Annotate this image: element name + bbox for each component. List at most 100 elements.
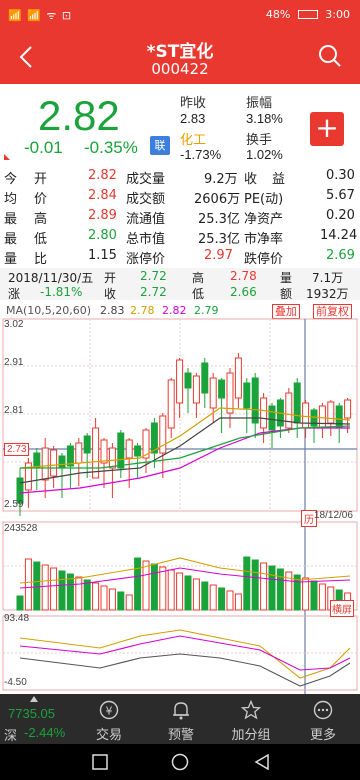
kline-chart[interactable] — [0, 318, 360, 694]
home-icon[interactable] — [171, 753, 189, 771]
corner-triangle-icon — [4, 154, 10, 160]
volume-bar — [276, 568, 284, 611]
stat-value: 2.69 — [326, 248, 355, 263]
stat-value: 2.82 — [88, 168, 117, 183]
index-value: 7735.05 — [8, 706, 55, 721]
candle-body — [285, 392, 293, 429]
stat-value: 2.84 — [88, 188, 117, 203]
volume-bar — [184, 575, 192, 611]
amount-label: 额 — [280, 287, 293, 301]
day-detail-row: 2018/11/30/五 开 2.72 高 2.78 量 7.1万 涨 -1.8… — [0, 268, 360, 301]
stat-label: 最 — [4, 212, 18, 227]
candle-body — [243, 382, 251, 409]
stat-value: 5.67 — [326, 188, 355, 203]
search-icon[interactable] — [318, 44, 342, 68]
candle-body — [75, 442, 83, 464]
stat-label: 涨停价 — [126, 252, 166, 267]
stat-label: 流通值 — [126, 212, 166, 227]
system-nav-bar — [0, 744, 360, 780]
volume-bar — [125, 594, 133, 611]
y-tick: 2.91 — [4, 357, 24, 368]
volume-bar — [58, 570, 66, 611]
amplitude-label: 振幅 — [246, 96, 273, 111]
status-bar: 📶 📶 ᯤ ⊡ 48% 3:00 — [0, 0, 360, 30]
change-label: 涨 — [8, 287, 21, 301]
volume-bar — [41, 564, 49, 611]
adjust-button[interactable]: 前复权 — [313, 304, 352, 319]
stat-value: 1.15 — [88, 248, 117, 263]
index-ticker[interactable]: 7735.05 深 -2.44% — [0, 694, 80, 744]
stat-label: 价 — [34, 192, 48, 207]
stat-label: 跌停价 — [244, 252, 284, 267]
volume-bar — [142, 560, 150, 611]
candle-body — [92, 427, 100, 479]
landscape-button[interactable]: 横屏 — [330, 600, 354, 617]
stat-label: 比 — [34, 252, 48, 267]
candle-body — [318, 405, 326, 429]
stat-value: 14.24 — [320, 228, 358, 243]
macd-max-label: 93.48 — [4, 613, 30, 624]
candle-body — [66, 445, 74, 467]
prev-close-label: 昨收 — [180, 96, 207, 111]
candle-body — [192, 375, 200, 404]
candle-body — [335, 405, 343, 429]
stat-label: 最 — [4, 232, 18, 247]
volume-bar — [16, 595, 24, 611]
candle-body — [327, 401, 335, 424]
candle-body — [134, 445, 142, 457]
candle-body — [251, 377, 259, 424]
volume-bar — [310, 580, 318, 611]
stat-label: 高 — [34, 212, 48, 227]
volume-bar — [251, 559, 259, 611]
turnover-value: 1.02% — [246, 147, 283, 162]
add-watchlist-button[interactable]: + — [310, 112, 344, 146]
open-label: 开 — [104, 271, 117, 285]
stat-label: 益 — [272, 172, 286, 187]
overlay-button[interactable]: 叠加 — [272, 304, 300, 319]
candle-body — [117, 432, 125, 469]
nav-label: 预警 — [167, 728, 194, 743]
volume-label: 量 — [280, 271, 293, 285]
nav-back-icon[interactable] — [254, 754, 270, 770]
stat-value: 2606万 — [194, 192, 241, 207]
bottom-nav: 7735.05 深 -2.44% ¥ 交易 预警 加分组 更多 — [0, 694, 360, 744]
candle-body — [260, 397, 268, 429]
close-label: 收 — [104, 287, 117, 301]
nav-add-group[interactable]: 加分组 — [218, 694, 284, 744]
volume-bar — [260, 562, 268, 611]
stock-name: *ST宜化 — [146, 42, 214, 62]
candle-body — [344, 399, 352, 419]
sector-label[interactable]: 化工 — [180, 129, 206, 148]
candle-body — [125, 439, 133, 459]
stat-label: 总市值 — [126, 232, 166, 247]
volume-bar — [92, 582, 100, 611]
low-value: 2.66 — [230, 285, 257, 299]
recent-apps-icon[interactable] — [92, 754, 108, 770]
star-icon — [241, 700, 261, 720]
volume-bar — [302, 577, 310, 611]
ma5-value: 2.78 — [130, 304, 155, 317]
lian-badge[interactable]: 联 — [150, 136, 170, 155]
svg-text:¥: ¥ — [106, 705, 113, 718]
volume-bar — [117, 591, 125, 611]
expand-up-icon[interactable] — [30, 696, 38, 702]
volume-bar — [33, 561, 41, 611]
stats-row: 量 比 1.15 涨停价 2.97 跌停价 2.69 — [0, 246, 360, 267]
stat-label: 成交量 — [126, 172, 166, 187]
stats-row: 最 低 2.80 总市值 25.3亿 市净率 14.24 — [0, 226, 360, 247]
volume-bar — [159, 566, 167, 611]
nav-more[interactable]: 更多 — [290, 694, 356, 744]
stat-label: PE(动) — [244, 192, 284, 207]
nav-trade[interactable]: ¥ 交易 — [76, 694, 142, 744]
yen-icon: ¥ — [99, 700, 119, 720]
volume-bar — [167, 569, 175, 611]
title-bar: *ST宜化 000422 — [0, 30, 360, 84]
volume-bar — [201, 581, 209, 611]
candle-body — [41, 447, 49, 481]
amplitude-value: 3.18% — [246, 111, 283, 126]
nav-alert[interactable]: 预警 — [148, 694, 214, 744]
volume-bar — [226, 590, 234, 611]
status-right: 48% 3:00 — [266, 8, 350, 21]
stat-label: 净资产 — [244, 212, 284, 227]
low-label: 低 — [192, 287, 205, 301]
